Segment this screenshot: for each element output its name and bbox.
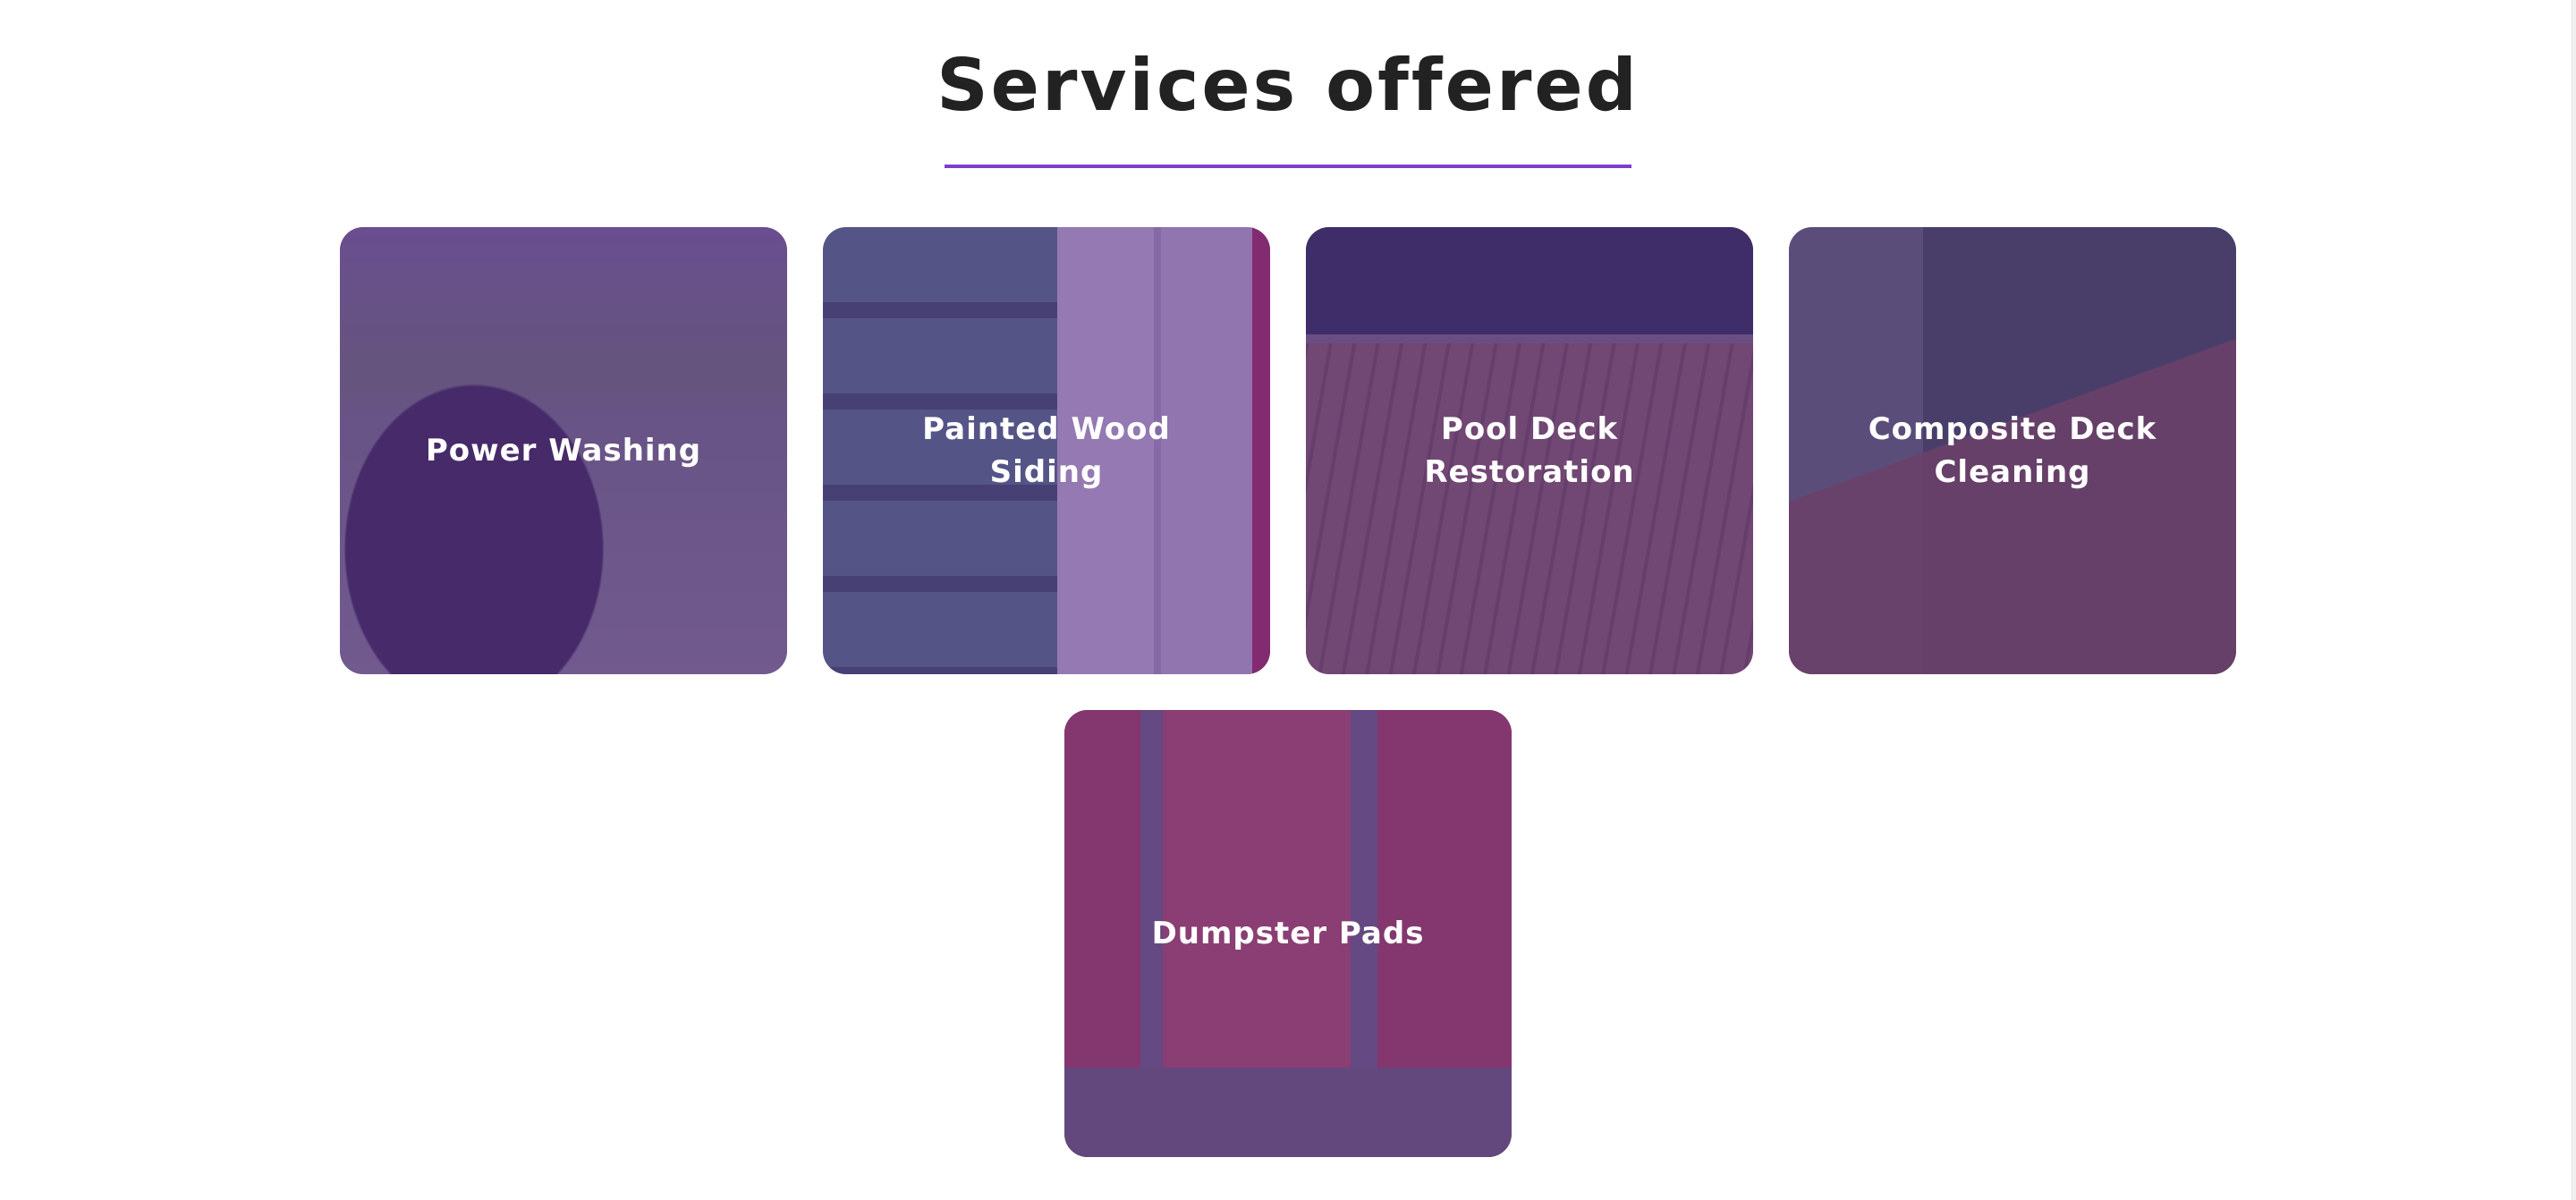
service-card-painted-wood-siding[interactable]: Painted Wood Siding	[823, 227, 1270, 674]
service-card-label: Dumpster Pads	[1151, 916, 1425, 951]
title-underline	[945, 165, 1631, 168]
service-card-pool-deck-restoration[interactable]: Pool Deck Restoration	[1306, 227, 1753, 674]
section-title: Services offered	[936, 44, 1640, 127]
service-card-label: Power Washing	[425, 433, 702, 469]
service-card-dumpster-pads[interactable]: Dumpster Pads	[1064, 710, 1512, 1157]
service-card-label: Painted Wood Siding	[922, 411, 1171, 490]
service-card-label: Pool Deck Restoration	[1424, 411, 1635, 490]
scrollbar[interactable]	[2572, 0, 2576, 1200]
services-page: Services offered Power Washing Painted W…	[0, 0, 2576, 1200]
service-card-composite-deck-cleaning[interactable]: Composite Deck Cleaning	[1789, 227, 2236, 674]
service-card-power-washing[interactable]: Power Washing	[340, 227, 787, 674]
service-card-label: Composite Deck Cleaning	[1868, 411, 2157, 490]
